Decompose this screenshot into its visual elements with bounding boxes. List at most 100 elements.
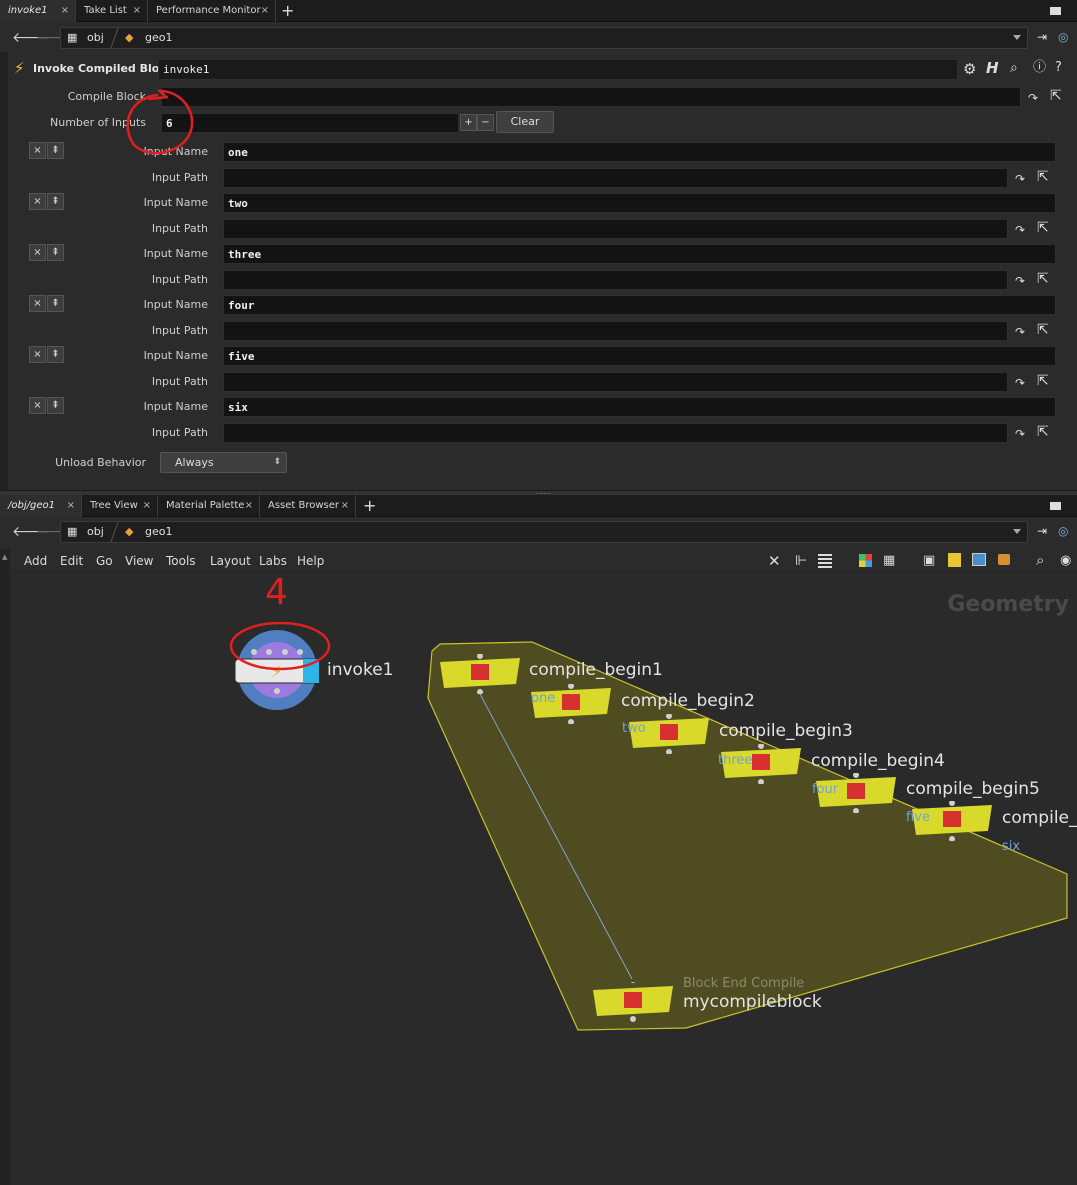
gear-icon[interactable]: ⚙ xyxy=(963,61,976,77)
tab-tree-view[interactable]: Tree View × xyxy=(82,495,158,517)
info-icon[interactable]: ⓘ xyxy=(1033,60,1046,76)
input-name-field[interactable]: six xyxy=(223,397,1056,417)
search-icon[interactable]: ⌕ xyxy=(1036,551,1044,569)
breadcrumb-geo1[interactable]: geo1 xyxy=(145,28,172,48)
insert-instance-button[interactable]: ⇞ xyxy=(47,346,64,363)
tab-asset-browser[interactable]: Asset Browser × xyxy=(260,495,356,517)
jump-icon[interactable]: ↷ xyxy=(1015,273,1025,289)
pane-menu-icon[interactable] xyxy=(1050,7,1061,15)
node-chooser-icon[interactable]: ⇱ xyxy=(1037,169,1049,185)
path-box[interactable]: ▦ obj ◆ geo1 xyxy=(60,521,1028,543)
search-icon[interactable]: ⌕ xyxy=(1010,60,1018,76)
input-path-field[interactable] xyxy=(223,372,1008,392)
clear-button[interactable]: Clear xyxy=(496,111,554,133)
input-name-field[interactable]: three xyxy=(223,244,1056,264)
jump-icon[interactable]: ↷ xyxy=(1015,222,1025,238)
input-path-field[interactable] xyxy=(223,168,1008,188)
input-path-field[interactable] xyxy=(223,423,1008,443)
pane-menu-icon[interactable] xyxy=(1050,502,1061,510)
tab-performance-monitor[interactable]: Performance Monitor × xyxy=(148,0,276,22)
insert-instance-button[interactable]: ⇞ xyxy=(47,244,64,261)
eye-icon[interactable]: ◉ xyxy=(1060,553,1071,568)
menu-help[interactable]: Help xyxy=(297,549,324,573)
add-tab-icon[interactable]: + xyxy=(281,0,294,22)
insert-instance-button[interactable]: ⇞ xyxy=(47,142,64,159)
compile-block-field[interactable] xyxy=(161,87,1021,107)
dot-icon[interactable] xyxy=(998,554,1010,565)
close-icon[interactable]: × xyxy=(143,495,151,517)
tree-layout-icon[interactable]: ⊩ xyxy=(795,553,807,569)
menu-go[interactable]: Go xyxy=(96,549,113,573)
node-chooser-icon[interactable]: ⇱ xyxy=(1037,220,1049,236)
menu-layout[interactable]: Layout xyxy=(210,549,251,573)
menu-labs[interactable]: Labs xyxy=(259,549,287,573)
compile-begin-node-1[interactable] xyxy=(438,653,522,697)
path-box[interactable]: ▦ obj ◆ geo1 xyxy=(60,27,1028,49)
network-editor[interactable]: Geometry ⚡ 4 invoke1 compile_begin1 one … xyxy=(10,574,1077,1185)
menu-edit[interactable]: Edit xyxy=(60,549,83,573)
chevron-down-icon[interactable] xyxy=(1013,35,1021,40)
close-icon[interactable]: × xyxy=(67,495,75,517)
breadcrumb-obj[interactable]: obj xyxy=(87,522,104,542)
color-palette-icon[interactable] xyxy=(859,554,872,567)
input-path-field[interactable] xyxy=(223,219,1008,239)
delete-instance-button[interactable]: × xyxy=(29,346,46,363)
close-icon[interactable]: × xyxy=(261,0,269,22)
jump-icon[interactable]: ↷ xyxy=(1015,324,1025,340)
link-icon[interactable]: ◎ xyxy=(1058,524,1068,538)
jump-icon[interactable]: ↷ xyxy=(1015,171,1025,187)
node-chooser-icon[interactable]: ⇱ xyxy=(1037,271,1049,287)
input-path-field[interactable] xyxy=(223,321,1008,341)
wrench-icon[interactable]: ✕ xyxy=(768,552,781,570)
tab-obj-geo1[interactable]: /obj/geo1 × xyxy=(0,495,82,517)
jump-icon[interactable]: ↷ xyxy=(1028,90,1038,106)
breadcrumb-geo1[interactable]: geo1 xyxy=(145,522,172,542)
input-name-field[interactable]: one xyxy=(223,142,1056,162)
pin-icon[interactable]: ⇥ xyxy=(1037,30,1047,44)
input-path-field[interactable] xyxy=(223,270,1008,290)
remove-input-button[interactable]: − xyxy=(477,114,494,131)
node-name-field[interactable]: invoke1 xyxy=(158,59,958,80)
delete-instance-button[interactable]: × xyxy=(29,244,46,261)
menu-view[interactable]: View xyxy=(125,549,153,573)
node-chooser-icon[interactable]: ⇱ xyxy=(1037,373,1049,389)
insert-instance-button[interactable]: ⇞ xyxy=(47,193,64,210)
close-icon[interactable]: × xyxy=(61,0,69,22)
add-input-button[interactable]: + xyxy=(460,114,477,131)
sticky-note-icon[interactable] xyxy=(948,553,961,567)
jump-icon[interactable]: ↷ xyxy=(1015,426,1025,442)
delete-instance-button[interactable]: × xyxy=(29,295,46,312)
chevron-down-icon[interactable] xyxy=(1013,529,1021,534)
node-chooser-icon[interactable]: ⇱ xyxy=(1050,88,1062,104)
shape-palette-icon[interactable]: ▦ xyxy=(883,553,895,568)
jump-icon[interactable]: ↷ xyxy=(1015,375,1025,391)
node-chooser-icon[interactable]: ⇱ xyxy=(1037,322,1049,338)
delete-instance-button[interactable]: × xyxy=(29,193,46,210)
pin-icon[interactable]: ⇥ xyxy=(1037,524,1047,538)
link-icon[interactable]: ◎ xyxy=(1058,30,1068,44)
tab-invoke1[interactable]: invoke1 × xyxy=(0,0,76,22)
block-end-node[interactable] xyxy=(591,977,675,1025)
close-icon[interactable]: × xyxy=(245,495,253,517)
delete-instance-button[interactable]: × xyxy=(29,397,46,414)
insert-instance-button[interactable]: ⇞ xyxy=(47,397,64,414)
network-box-icon[interactable]: ▣ xyxy=(923,553,935,568)
help-h-icon[interactable]: H xyxy=(986,60,999,76)
node-chooser-icon[interactable]: ⇱ xyxy=(1037,424,1049,440)
close-icon[interactable]: × xyxy=(133,0,141,22)
menu-add[interactable]: Add xyxy=(24,549,47,573)
background-image-icon[interactable] xyxy=(972,553,986,566)
input-name-field[interactable]: four xyxy=(223,295,1056,315)
list-view-icon[interactable] xyxy=(818,554,832,568)
insert-instance-button[interactable]: ⇞ xyxy=(47,295,64,312)
breadcrumb-obj[interactable]: obj xyxy=(87,28,104,48)
menu-tools[interactable]: Tools xyxy=(166,549,196,573)
unload-behavior-menu[interactable]: Always ⬍ xyxy=(160,452,287,473)
help-icon[interactable]: ? xyxy=(1055,60,1062,76)
tab-take-list[interactable]: Take List × xyxy=(76,0,148,22)
close-icon[interactable]: × xyxy=(341,495,349,517)
tab-material-palette[interactable]: Material Palette × xyxy=(158,495,260,517)
input-name-field[interactable]: five xyxy=(223,346,1056,366)
input-name-field[interactable]: two xyxy=(223,193,1056,213)
delete-instance-button[interactable]: × xyxy=(29,142,46,159)
